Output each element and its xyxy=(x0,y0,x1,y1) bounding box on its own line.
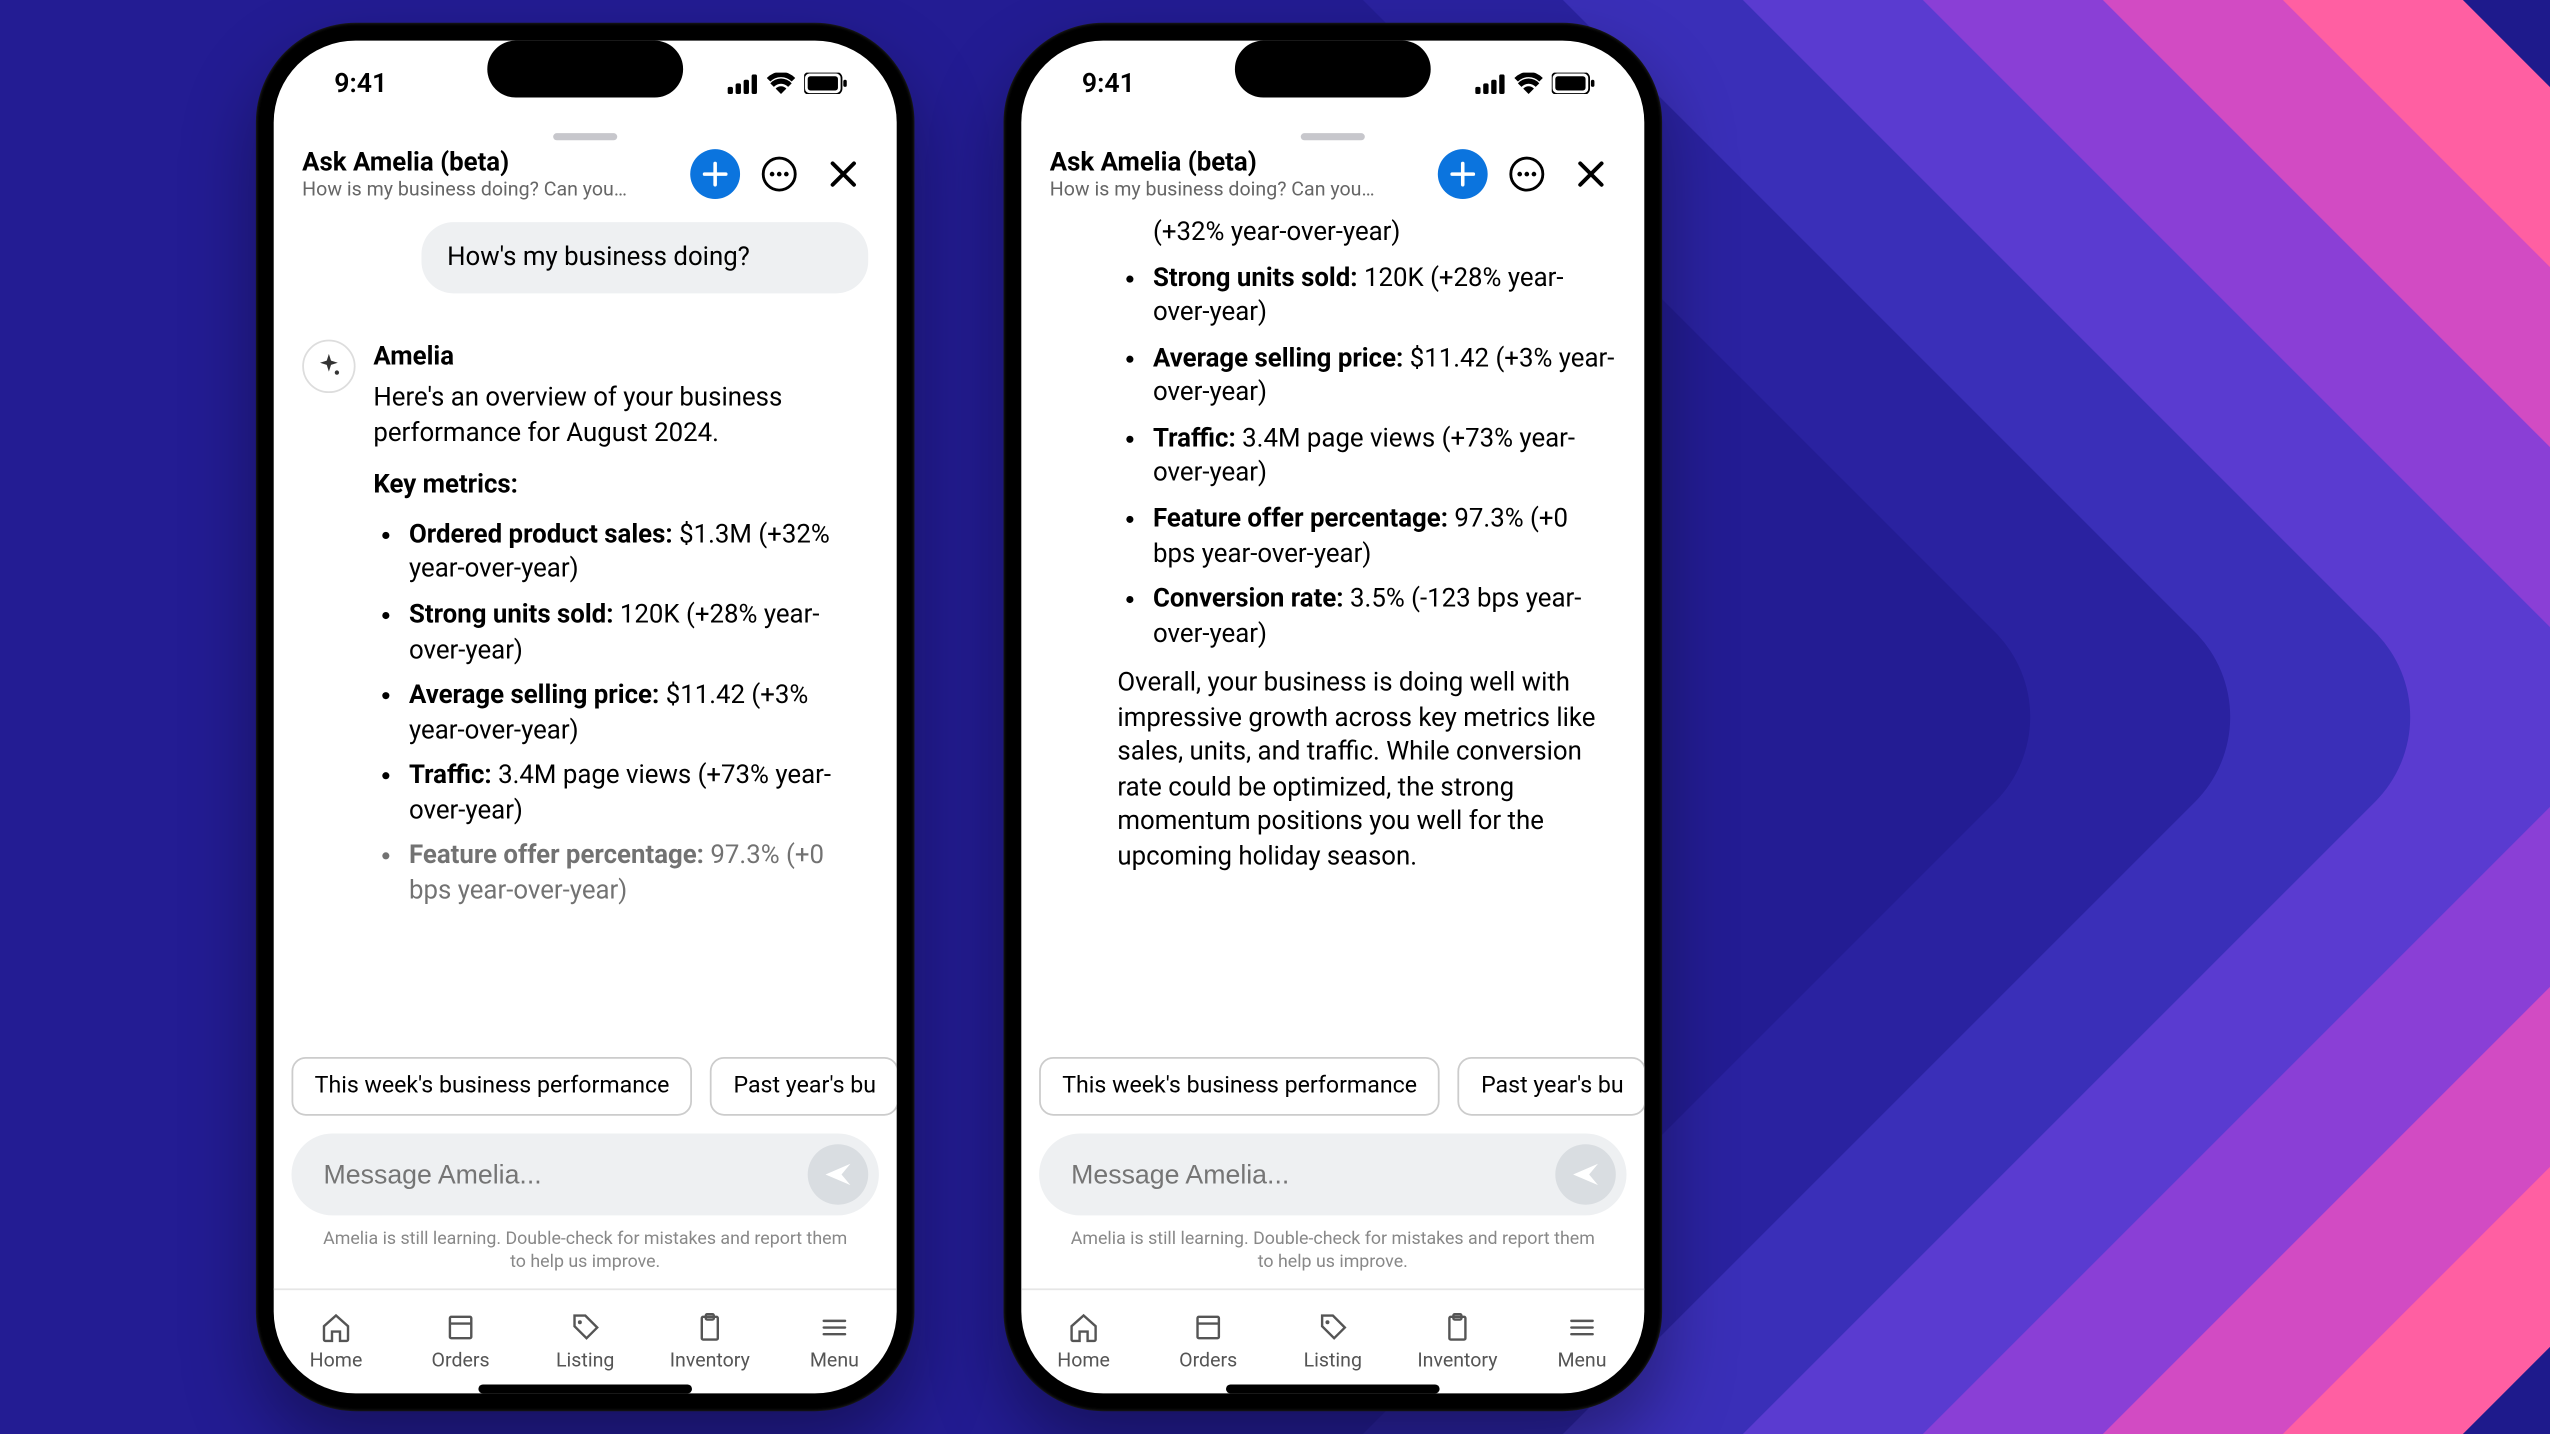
tab-home[interactable]: Home xyxy=(274,1290,399,1393)
orders-icon xyxy=(1192,1312,1224,1344)
sheet-header: Ask Amelia (beta) How is my business doi… xyxy=(1021,144,1644,215)
metric-tail: (+32% year-over-year) xyxy=(1117,215,1615,250)
close-button[interactable] xyxy=(818,149,868,199)
tab-home[interactable]: Home xyxy=(1021,1290,1146,1393)
tab-orders[interactable]: Orders xyxy=(398,1290,523,1393)
header-subtitle: How is my business doing? Can you… xyxy=(302,178,676,201)
tab-inventory[interactable]: Inventory xyxy=(648,1290,773,1393)
new-chat-button[interactable] xyxy=(690,149,740,199)
dynamic-island xyxy=(1235,41,1431,98)
disclaimer: Amelia is still learning. Double-check f… xyxy=(1021,1223,1644,1289)
wifi-icon xyxy=(1514,73,1542,94)
tag-icon xyxy=(1317,1312,1349,1344)
metric-item: Average selling price: $11.42 (+3% year-… xyxy=(1153,341,1616,411)
header-subtitle: How is my business doing? Can you… xyxy=(1050,178,1424,201)
send-icon xyxy=(1571,1160,1599,1188)
send-button[interactable] xyxy=(1555,1144,1616,1205)
metrics-list: Ordered product sales: $1.3M (+32% year-… xyxy=(373,517,868,908)
menu-icon xyxy=(1566,1312,1598,1344)
tab-bar: Home Orders Listing Inventory xyxy=(1021,1288,1644,1393)
cellular-icon xyxy=(1475,74,1505,94)
more-icon xyxy=(760,155,799,194)
promo-backdrop: 9:41 Ask Amelia (beta) How is my busines… xyxy=(0,0,2550,1434)
metric-item: Ordered product sales: $1.3M (+32% year-… xyxy=(409,517,868,587)
status-icons xyxy=(1475,73,1594,94)
chat-scroll-area[interactable]: How's my business doing? Amelia Here's a… xyxy=(274,215,897,1046)
suggestion-row[interactable]: This week's business performance Past ye… xyxy=(1021,1046,1644,1123)
status-time: 9:41 xyxy=(1082,67,1135,99)
send-icon xyxy=(824,1160,852,1188)
metrics-list: Strong units sold: 120K (+28% year-over-… xyxy=(1117,261,1615,652)
home-icon xyxy=(320,1312,352,1344)
more-button[interactable] xyxy=(754,149,804,199)
more-button[interactable] xyxy=(1502,149,1552,199)
battery-icon xyxy=(804,73,847,94)
new-chat-button[interactable] xyxy=(1438,149,1488,199)
send-button[interactable] xyxy=(808,1144,869,1205)
message-input[interactable] xyxy=(1068,1158,1541,1192)
suggestion-chip[interactable]: Past year's bu xyxy=(710,1057,896,1116)
assistant-name: Amelia xyxy=(373,339,868,374)
metric-item: Feature offer percentage: 97.3% (+0 bps … xyxy=(1153,502,1616,572)
dynamic-island xyxy=(487,41,683,98)
tab-inventory[interactable]: Inventory xyxy=(1395,1290,1520,1393)
message-input[interactable] xyxy=(320,1158,793,1192)
tag-icon xyxy=(569,1312,601,1344)
sheet-grabber[interactable] xyxy=(553,133,617,140)
tab-menu[interactable]: Menu xyxy=(1520,1290,1645,1393)
menu-icon xyxy=(818,1312,850,1344)
wifi-icon xyxy=(767,73,795,94)
orders-icon xyxy=(445,1312,477,1344)
suggestion-row[interactable]: This week's business performance Past ye… xyxy=(274,1046,897,1123)
metric-item: Strong units sold: 120K (+28% year-over-… xyxy=(409,598,868,668)
metric-item: Feature offer percentage: 97.3% (+0 bps … xyxy=(409,839,868,909)
suggestion-chip[interactable]: This week's business performance xyxy=(1039,1057,1440,1116)
chat-scroll-area[interactable]: (+32% year-over-year) Strong units sold:… xyxy=(1021,215,1644,1046)
tab-listing[interactable]: Listing xyxy=(1271,1290,1396,1393)
header-title: Ask Amelia (beta) xyxy=(1050,147,1424,177)
header-title: Ask Amelia (beta) xyxy=(302,147,676,177)
metric-item: Traffic: 3.4M page views (+73% year-over… xyxy=(409,758,868,828)
tab-orders[interactable]: Orders xyxy=(1146,1290,1271,1393)
status-icons xyxy=(728,73,847,94)
suggestion-chip[interactable]: This week's business performance xyxy=(292,1057,693,1116)
tab-listing[interactable]: Listing xyxy=(523,1290,648,1393)
sheet-grabber[interactable] xyxy=(1301,133,1365,140)
assistant-intro: Here's an overview of your business perf… xyxy=(373,381,868,451)
battery-icon xyxy=(1552,73,1595,94)
assistant-summary: Overall, your business is doing well wit… xyxy=(1117,666,1615,875)
close-icon xyxy=(1575,158,1607,190)
status-time: 9:41 xyxy=(334,67,387,99)
metrics-heading: Key metrics: xyxy=(373,468,868,503)
sparkle-icon xyxy=(316,353,341,378)
phone-mockup-1: 9:41 Ask Amelia (beta) How is my busines… xyxy=(256,23,915,1411)
tab-bar: Home Orders Listing Inventory xyxy=(274,1288,897,1393)
metric-item: Conversion rate: 3.5% (-123 bps year-ove… xyxy=(1153,582,1616,652)
clipboard-icon xyxy=(694,1312,726,1344)
plus-icon xyxy=(703,162,728,187)
cellular-icon xyxy=(728,74,758,94)
plus-icon xyxy=(1450,162,1475,187)
amelia-avatar xyxy=(302,339,355,392)
tab-menu[interactable]: Menu xyxy=(772,1290,897,1393)
clipboard-icon xyxy=(1441,1312,1473,1344)
metric-item: Traffic: 3.4M page views (+73% year-over… xyxy=(1153,421,1616,491)
metric-item: Strong units sold: 120K (+28% year-over-… xyxy=(1153,261,1616,331)
user-message: How's my business doing? xyxy=(422,222,868,292)
sheet-header: Ask Amelia (beta) How is my business doi… xyxy=(274,144,897,215)
suggestion-chip[interactable]: Past year's bu xyxy=(1458,1057,1644,1116)
composer[interactable] xyxy=(292,1134,879,1216)
disclaimer: Amelia is still learning. Double-check f… xyxy=(274,1223,897,1289)
more-icon xyxy=(1507,155,1546,194)
home-icon xyxy=(1068,1312,1100,1344)
close-icon xyxy=(827,158,859,190)
close-button[interactable] xyxy=(1566,149,1616,199)
metric-item: Average selling price: $11.42 (+3% year-… xyxy=(409,678,868,748)
phone-mockup-2: 9:41 Ask Amelia (beta) How is my busines… xyxy=(1004,23,1663,1411)
composer[interactable] xyxy=(1039,1134,1626,1216)
